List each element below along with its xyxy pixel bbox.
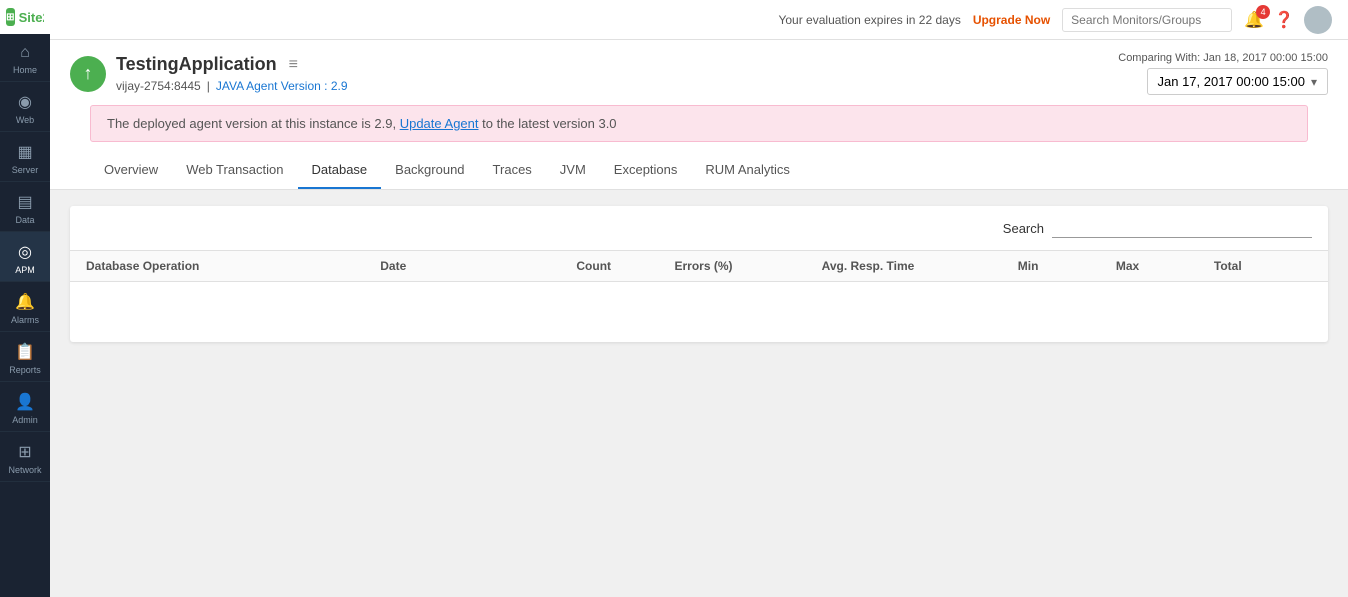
sidebar-label-network: Network [8, 465, 41, 475]
notification-badge: 4 [1256, 5, 1270, 19]
app-user: vijay-2754:8445 [116, 79, 201, 93]
admin-icon: 👤 [15, 392, 35, 412]
table-header: Database Operation Date Count Errors (%)… [70, 251, 1328, 282]
notification-bell-icon[interactable]: 🔔 4 [1244, 10, 1264, 30]
network-icon: ⊞ [18, 442, 31, 462]
sidebar-label-admin: Admin [12, 415, 38, 425]
tab-exceptions[interactable]: Exceptions [600, 152, 692, 189]
table-toolbar: Search [70, 206, 1328, 251]
sidebar-label-alarms: Alarms [11, 315, 39, 325]
sidebar-item-home[interactable]: ⌂ Home [0, 34, 50, 82]
col-date: Date [380, 259, 576, 273]
tab-database[interactable]: Database [298, 152, 382, 189]
sidebar-item-apm[interactable]: ◎ APM [0, 232, 50, 282]
logo-icon: ⊞ [6, 8, 15, 26]
sidebar-item-admin[interactable]: 👤 Admin [0, 382, 50, 432]
apm-icon: ◎ [18, 242, 32, 262]
data-icon: ▤ [17, 192, 32, 212]
sidebar: ⊞ Site24x7 ⌂ Home ◉ Web ▦ Server ▤ Data … [0, 0, 50, 597]
sidebar-item-network[interactable]: ⊞ Network [0, 432, 50, 482]
topbar-right: Your evaluation expires in 22 days Upgra… [778, 6, 1332, 34]
app-header: ↑ TestingApplication ≡ vijay-2754:8445 |… [50, 40, 1348, 190]
tab-jvm[interactable]: JVM [546, 152, 600, 189]
logo-text: Site24x7 [19, 10, 44, 25]
table-section: Search Database Operation Date Count Err… [70, 206, 1328, 342]
alert-text-before: The deployed agent version at this insta… [107, 116, 396, 131]
col-min: Min [1018, 259, 1116, 273]
tabs-row: Overview Web Transaction Database Backgr… [70, 152, 1328, 189]
home-icon: ⌂ [20, 44, 30, 62]
col-avg-resp-time: Avg. Resp. Time [822, 259, 1018, 273]
table-body [70, 282, 1328, 342]
avatar[interactable] [1304, 6, 1332, 34]
sidebar-item-data[interactable]: ▤ Data [0, 182, 50, 232]
sidebar-label-home: Home [13, 65, 37, 75]
sidebar-label-apm: APM [15, 265, 35, 275]
date-value: Jan 17, 2017 00:00 15:00 [1158, 74, 1305, 89]
comparing-text: Comparing With: Jan 18, 2017 00:00 15:00 [1118, 52, 1328, 64]
sidebar-item-web[interactable]: ◉ Web [0, 82, 50, 132]
sidebar-item-server[interactable]: ▦ Server [0, 132, 50, 182]
sidebar-item-reports[interactable]: 📋 Reports [0, 332, 50, 382]
content: ↑ TestingApplication ≡ vijay-2754:8445 |… [50, 40, 1348, 597]
server-icon: ▦ [17, 142, 32, 162]
date-picker-section: Comparing With: Jan 18, 2017 00:00 15:00… [1118, 52, 1328, 95]
app-title-row: ↑ TestingApplication ≡ vijay-2754:8445 |… [70, 52, 1328, 95]
sidebar-item-alarms[interactable]: 🔔 Alarms [0, 282, 50, 332]
tab-overview[interactable]: Overview [90, 152, 172, 189]
tab-rum-analytics[interactable]: RUM Analytics [691, 152, 804, 189]
eval-text: Your evaluation expires in 22 days [778, 13, 960, 27]
agent-version: JAVA Agent Version : 2.9 [216, 79, 348, 93]
help-icon[interactable]: ❓ [1274, 10, 1294, 30]
update-agent-link[interactable]: Update Agent [400, 116, 479, 131]
main-content: Your evaluation expires in 22 days Upgra… [50, 0, 1348, 597]
col-count: Count [576, 259, 674, 273]
col-total: Total [1214, 259, 1312, 273]
reports-icon: 📋 [15, 342, 35, 362]
sidebar-label-data: Data [15, 215, 34, 225]
meta-separator: | [207, 79, 210, 93]
topbar-icons: 🔔 4 ❓ [1244, 6, 1332, 34]
col-database-operation: Database Operation [86, 259, 380, 273]
date-selector[interactable]: Jan 17, 2017 00:00 15:00 ▾ [1147, 68, 1329, 95]
alert-banner: The deployed agent version at this insta… [90, 105, 1308, 142]
app-name: TestingApplication [116, 54, 277, 75]
sidebar-label-reports: Reports [9, 365, 41, 375]
search-monitors-input[interactable] [1062, 8, 1232, 32]
tab-web-transaction[interactable]: Web Transaction [172, 152, 297, 189]
table-search-input[interactable] [1052, 218, 1312, 238]
col-max: Max [1116, 259, 1214, 273]
upgrade-link[interactable]: Upgrade Now [973, 13, 1050, 27]
col-errors: Errors (%) [674, 259, 821, 273]
app-title-block: TestingApplication ≡ vijay-2754:8445 | J… [116, 54, 348, 93]
sidebar-label-web: Web [16, 115, 34, 125]
web-icon: ◉ [18, 92, 32, 112]
app-menu-icon[interactable]: ≡ [289, 56, 298, 74]
app-meta: vijay-2754:8445 | JAVA Agent Version : 2… [116, 79, 348, 93]
app-status-icon: ↑ [70, 56, 106, 92]
alert-text-after: to the latest version 3.0 [482, 116, 616, 131]
app-title-left: ↑ TestingApplication ≡ vijay-2754:8445 |… [70, 54, 348, 93]
chevron-down-icon: ▾ [1311, 75, 1317, 89]
alarms-icon: 🔔 [15, 292, 35, 312]
sidebar-label-server: Server [12, 165, 39, 175]
tab-background[interactable]: Background [381, 152, 478, 189]
search-label: Search [1003, 221, 1044, 236]
topbar: Your evaluation expires in 22 days Upgra… [50, 0, 1348, 40]
tab-traces[interactable]: Traces [479, 152, 546, 189]
sidebar-logo: ⊞ Site24x7 [0, 0, 50, 34]
